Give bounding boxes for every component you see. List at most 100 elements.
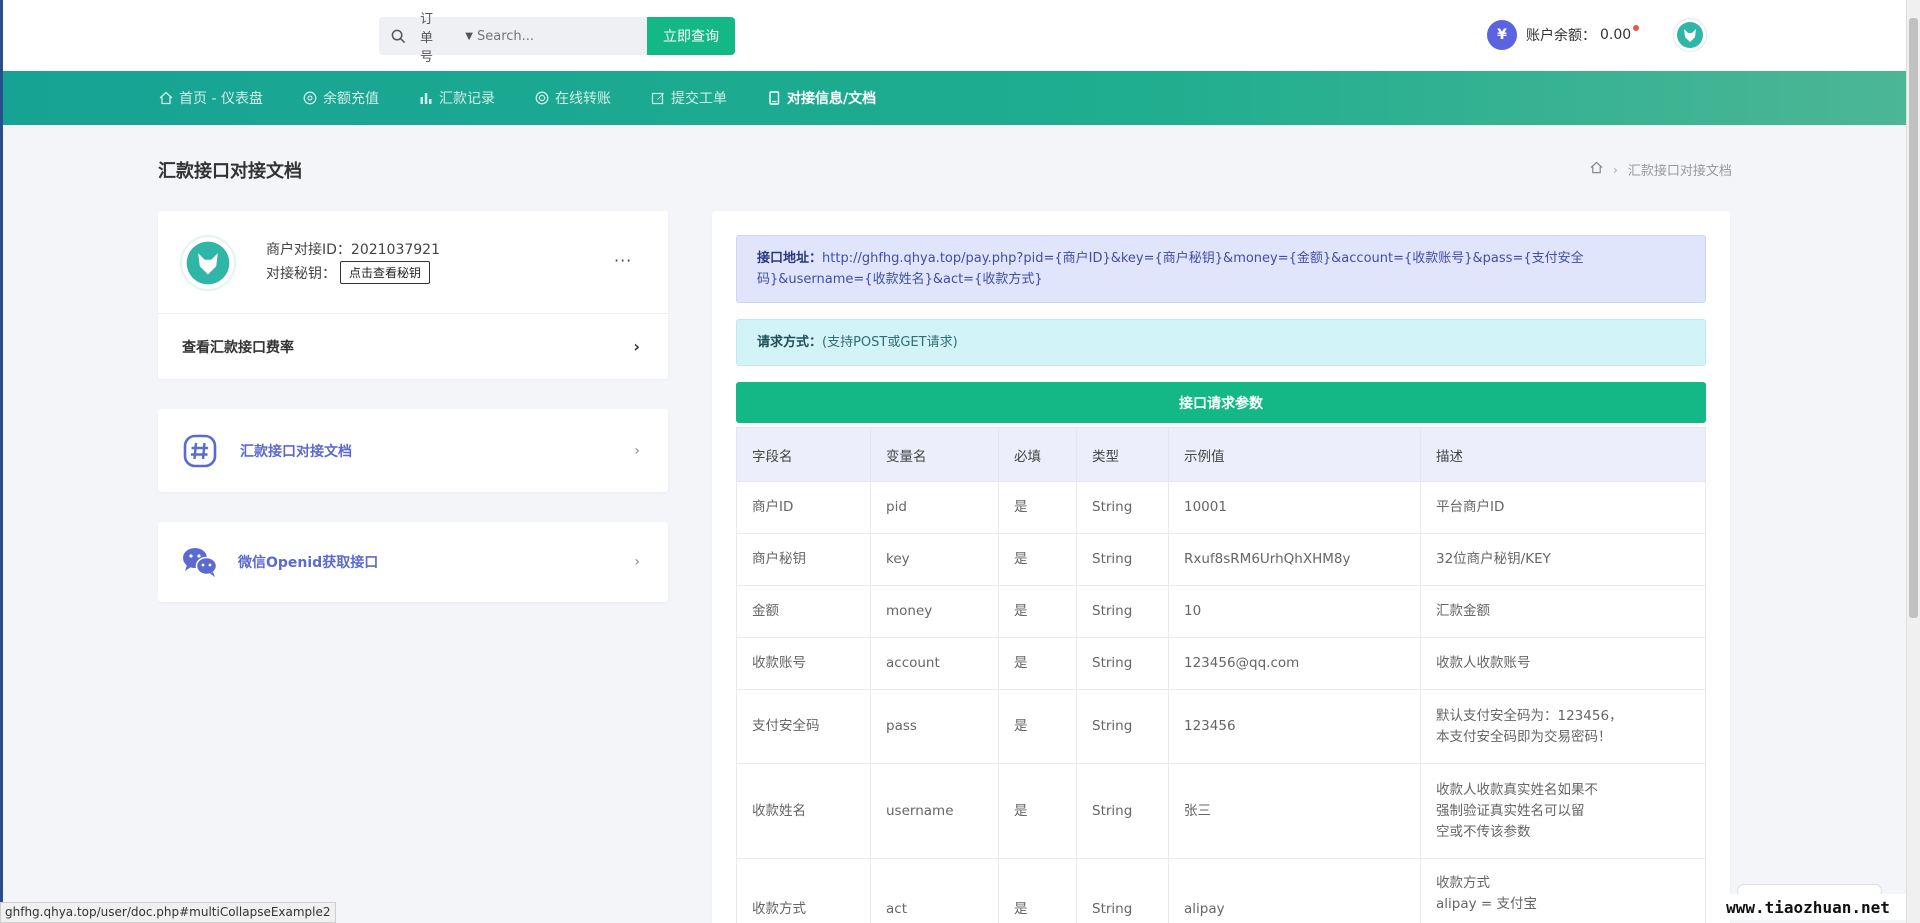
nav-item-label: 首页 - 仪表盘 [179,91,263,107]
search-type-select[interactable]: 订单号 ▼ [420,8,473,65]
fox-logo-icon [1677,22,1703,48]
scrollbar-thumb[interactable] [1909,18,1918,618]
document-icon [767,91,781,105]
link-label: 汇款接口对接文档 [240,443,352,460]
wechat-openid-link[interactable]: 微信Openid获取接口 › [158,522,668,602]
cell-field: 商户秘钥 [736,533,871,586]
cell-required: 是 [998,858,1077,923]
cell-var: money [870,585,999,638]
secret-label: 对接秘钥： [266,265,336,282]
cell-required: 是 [998,689,1077,764]
cell-type: String [1076,585,1169,638]
desc-line: 汇款金额 [1436,603,1490,619]
home-icon[interactable] [1590,161,1603,178]
desc-line: 默认支付安全码为：123456， [1436,707,1623,724]
cell-var: key [870,533,999,586]
merchant-id-value: 2021037921 [350,242,440,258]
table-row: 收款姓名 username 是 String 张三 收款人收款真实姓名如果不 强… [736,763,1706,859]
cell-type: String [1076,858,1169,923]
params-table: 字段名 变量名 必填 类型 示例值 描述 商户ID pid 是 String 1… [736,427,1706,923]
window-edge [0,0,3,923]
breadcrumb-current: 汇款接口对接文档 [1627,164,1732,179]
table-row: 支付安全码 pass 是 String 123456 默认支付安全码为：1234… [736,689,1706,764]
search-input[interactable] [473,28,647,44]
yen-icon: ¥ [1487,20,1517,50]
transfer-icon [535,91,549,105]
cell-field: 收款方式 [736,858,871,923]
search-type-value: 订单号 [420,11,434,65]
desc-line: 强制验证真实姓名可以留 [1436,802,1585,819]
cell-desc: 32位商户秘钥/KEY [1420,533,1706,586]
rate-link-label: 查看汇款接口费率 [182,339,294,356]
api-url-label: 接口地址： [757,251,823,266]
desc-line: 收款人收款真实姓名如果不 [1436,781,1598,798]
page-title: 汇款接口对接文档 [158,161,302,182]
secret-row: 对接秘钥： 点击查看秘钥 [266,261,431,284]
chevron-down-icon: ▼ [465,30,473,42]
api-url-value: http://ghfhg.qhya.top/pay.php?pid={商户ID}… [757,251,1584,287]
desc-line: alipay = 支付宝 [1436,896,1537,912]
table-row: 金额 money 是 String 10 汇款金额 [736,585,1706,638]
rate-link[interactable]: 查看汇款接口费率 › [158,314,668,379]
table-header-row: 字段名 变量名 必填 类型 示例值 描述 [736,427,1706,482]
scrollbar[interactable] [1906,0,1920,923]
request-method-label: 请求方式： [757,335,823,350]
cell-var: pid [870,481,999,534]
table-row: 商户秘钥 key 是 String Rxuf8sRM6UrhQhXHM8y 32… [736,533,1706,586]
nav-item-dashboard[interactable]: 首页 - 仪表盘 [159,88,263,108]
cell-field: 收款账号 [736,637,871,690]
balance-value: 0.00 [1600,27,1632,43]
cell-example: Rxuf8sRM6UrhQhXHM8y [1168,533,1421,586]
view-secret-button[interactable]: 点击查看秘钥 [340,261,431,284]
nav-item-transfer[interactable]: 在线转账 [535,88,611,108]
cell-required: 是 [998,637,1077,690]
cell-var: account [870,637,999,690]
cell-field: 收款姓名 [736,763,871,859]
nav-item-label: 对接信息/文档 [786,91,877,107]
nav-items: 首页 - 仪表盘 余额充值 汇款记录 在线转账 提交工单 对接信息/文档 [159,71,916,125]
nav-item-label: 在线转账 [554,91,611,107]
more-icon[interactable]: ··· [614,251,632,270]
cell-desc: 收款人收款账号 [1420,637,1706,690]
merchant-id-label: 商户对接ID： [266,242,351,258]
cell-example: 张三 [1168,763,1421,859]
nav-item-ticket[interactable]: 提交工单 [651,88,727,108]
main-navbar: 首页 - 仪表盘 余额充值 汇款记录 在线转账 提交工单 对接信息/文档 [3,71,1906,125]
desc-line: 收款人收款账号 [1436,655,1531,671]
chevron-right-icon: › [634,554,640,570]
home-icon [159,91,173,105]
cell-field: 金额 [736,585,871,638]
cell-required: 是 [998,585,1077,638]
desc-line: 本支付安全码即为交易密码！ [1436,728,1612,745]
nav-item-remit-records[interactable]: 汇款记录 [419,88,495,108]
chevron-right-icon: › [633,337,640,356]
table-row: 收款方式 act 是 String alipay 收款方式 alipay = 支… [736,858,1706,923]
breadcrumb: › 汇款接口对接文档 [1590,160,1732,179]
desc-line: 32位商户秘钥/KEY [1436,551,1551,567]
profile-header: 商户对接ID：2021037921 对接秘钥： 点击查看秘钥 ··· [158,211,668,314]
merchant-avatar [180,235,236,291]
cell-type: String [1076,481,1169,534]
nav-item-api-docs[interactable]: 对接信息/文档 [767,88,876,108]
chevron-right-icon: › [634,442,640,459]
cell-example: 10001 [1168,481,1421,534]
merchant-id: 商户对接ID：2021037921 [266,239,440,259]
table-row: 收款账号 account 是 String 123456@qq.com 收款人收… [736,637,1706,690]
merchant-profile-card: 商户对接ID：2021037921 对接秘钥： 点击查看秘钥 ··· 查看汇款接… [158,211,668,379]
column-header: 字段名 [736,427,871,482]
column-header: 类型 [1076,427,1169,482]
request-method-value: (支持POST或GET请求) [822,335,958,350]
search-group: 订单号 ▼ 立即查询 [379,12,736,65]
desc-line: 空或不传该参数 [1436,823,1531,840]
remit-doc-link[interactable]: 汇款接口对接文档 › [158,409,668,492]
chevron-right-icon: › [1613,162,1618,177]
table-row: 商户ID pid 是 String 10001 平台商户ID [736,481,1706,534]
nav-item-recharge[interactable]: 余额充值 [303,88,379,108]
search-button[interactable]: 立即查询 [647,17,735,55]
status-bar-url: ghfhg.qhya.top/user/doc.php#multiCollaps… [0,902,336,923]
search-box: 订单号 ▼ [379,12,647,65]
cell-type: String [1076,637,1169,690]
cell-example: 10 [1168,585,1421,638]
user-avatar[interactable] [1673,18,1707,52]
nav-item-label: 汇款记录 [438,91,495,107]
